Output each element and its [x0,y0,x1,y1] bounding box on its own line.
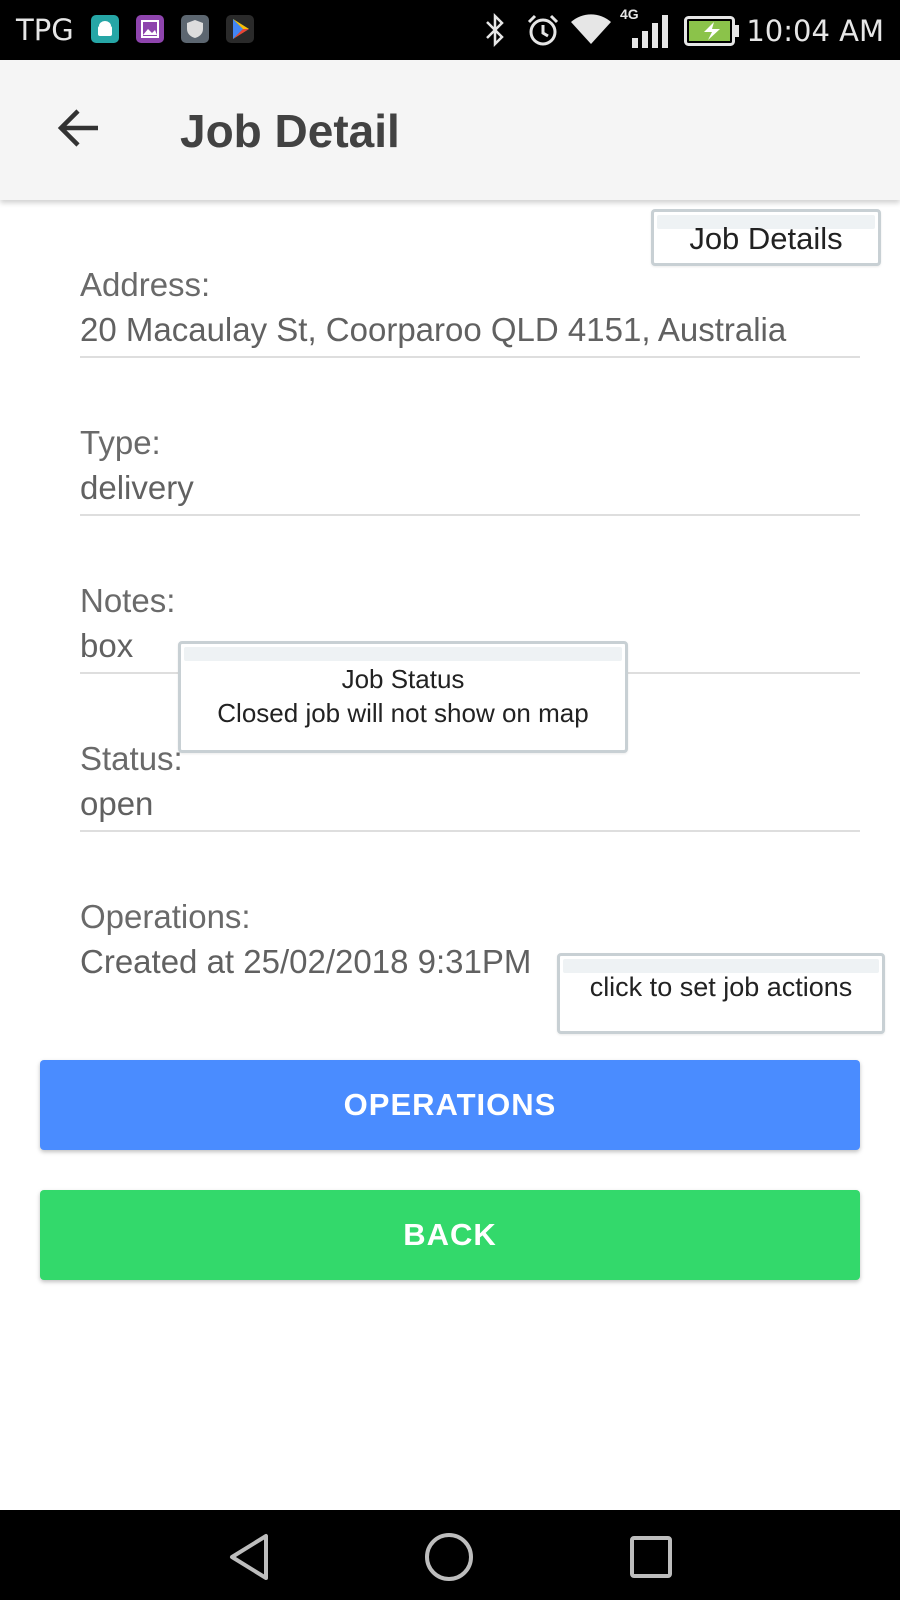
job-detail-content: Address: 20 Macaulay St, Coorparoo QLD 4… [0,200,900,1510]
nav-back-icon[interactable] [224,1530,278,1584]
job-status-tooltip-title: Job Status [341,664,465,694]
bluetooth-icon [484,12,506,52]
arrow-left-icon[interactable] [56,105,102,151]
job-details-tooltip: Job Details [651,209,881,266]
job-actions-tooltip: click to set job actions [557,953,885,1034]
nav-recents-icon[interactable] [624,1530,678,1584]
address-label: Address: [80,266,211,303]
status-value: open [80,785,154,822]
wifi-icon [570,10,612,51]
nav-home-icon[interactable] [422,1530,476,1584]
operations-value: Created at 25/02/2018 9:31PM [80,943,532,980]
play-store-icon [226,15,254,43]
operations-button[interactable]: OPERATIONS [40,1060,860,1150]
back-button[interactable]: BACK [40,1190,860,1280]
operations-label: Operations: [80,898,251,935]
job-actions-tooltip-text: click to set job actions [589,972,853,1002]
type-value: delivery [80,469,194,506]
alarm-icon [526,13,560,52]
notes-value: box [80,627,134,664]
clock: 10:04 AM [746,14,884,48]
gallery-icon [136,15,164,43]
job-status-tooltip-body: Closed job will not show on map [217,698,589,728]
battery-icon [684,16,740,51]
type-field: Type: delivery [80,358,860,516]
page-title: Job Detail [180,105,400,157]
status-label: Status: [80,740,183,777]
notes-label: Notes: [80,582,176,619]
address-value: 20 Macaulay St, Coorparoo QLD 4151, Aust… [80,311,787,348]
job-status-tooltip: Job Status Closed job will not show on m… [178,641,628,753]
type-label: Type: [80,424,161,461]
job-details-tooltip-text: Job Details [689,221,843,256]
app-bar: Job Detail [0,60,900,200]
status-bar: TPG 4G 10:04 AM [0,0,900,60]
signal-icon [630,14,670,53]
shield-icon [181,15,209,43]
android-icon [91,15,119,43]
carrier-label: TPG [16,13,74,47]
navigation-bar [0,1510,900,1600]
